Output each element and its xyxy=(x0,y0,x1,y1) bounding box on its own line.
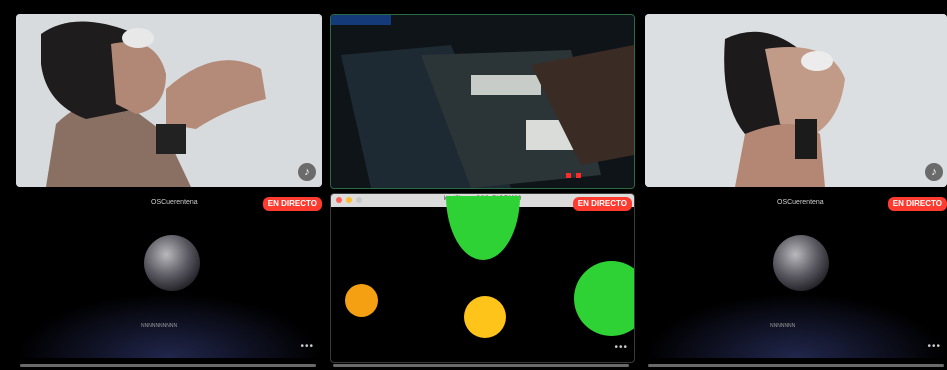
green-circle-right xyxy=(574,261,634,336)
more-options-icon[interactable]: ••• xyxy=(927,342,941,352)
video-tile-visual-left[interactable]: OSCuerentena EN DIRECTO NNNNNNNNNN ••• xyxy=(16,193,322,361)
participant-name: OSCuerentena xyxy=(151,199,198,206)
planet-visual xyxy=(773,235,829,291)
video-tile-visual-center[interactable]: loadShape_OSC_FADE2030 EN DIRECTO ••• xyxy=(330,193,635,363)
planet-visual xyxy=(144,235,200,291)
video-tile-visual-right[interactable]: OSCuerentena EN DIRECTO NNNNNNN ••• xyxy=(645,193,947,361)
visual-caption: NNNNNNNNNN xyxy=(141,323,178,329)
more-options-icon[interactable]: ••• xyxy=(614,343,628,353)
tile-scrollbar[interactable] xyxy=(333,364,629,367)
live-badge: EN DIRECTO xyxy=(262,197,322,211)
live-badge: EN DIRECTO xyxy=(572,197,632,211)
synth-image xyxy=(331,15,634,188)
green-circle-top xyxy=(446,196,520,260)
visual-caption: NNNNNNN xyxy=(770,323,796,329)
video-tile-performer-left[interactable]: ♪ xyxy=(16,14,322,187)
tile-scrollbar[interactable] xyxy=(648,364,944,367)
starfield-visual xyxy=(645,293,947,358)
video-tile-synth[interactable] xyxy=(330,14,635,189)
performer-left-image xyxy=(16,14,322,187)
mic-off-icon[interactable]: ♪ xyxy=(298,163,316,181)
yellow-circle xyxy=(464,296,506,338)
orange-circle xyxy=(345,284,378,317)
video-tile-performer-right[interactable]: ♪ xyxy=(645,14,947,187)
performer-right-image xyxy=(645,14,947,187)
participant-name: OSCuerentena xyxy=(777,199,824,206)
tile-scrollbar[interactable] xyxy=(20,364,316,367)
live-badge: EN DIRECTO xyxy=(887,197,947,211)
more-options-icon[interactable]: ••• xyxy=(300,342,314,352)
mic-off-icon[interactable]: ♪ xyxy=(925,163,943,181)
